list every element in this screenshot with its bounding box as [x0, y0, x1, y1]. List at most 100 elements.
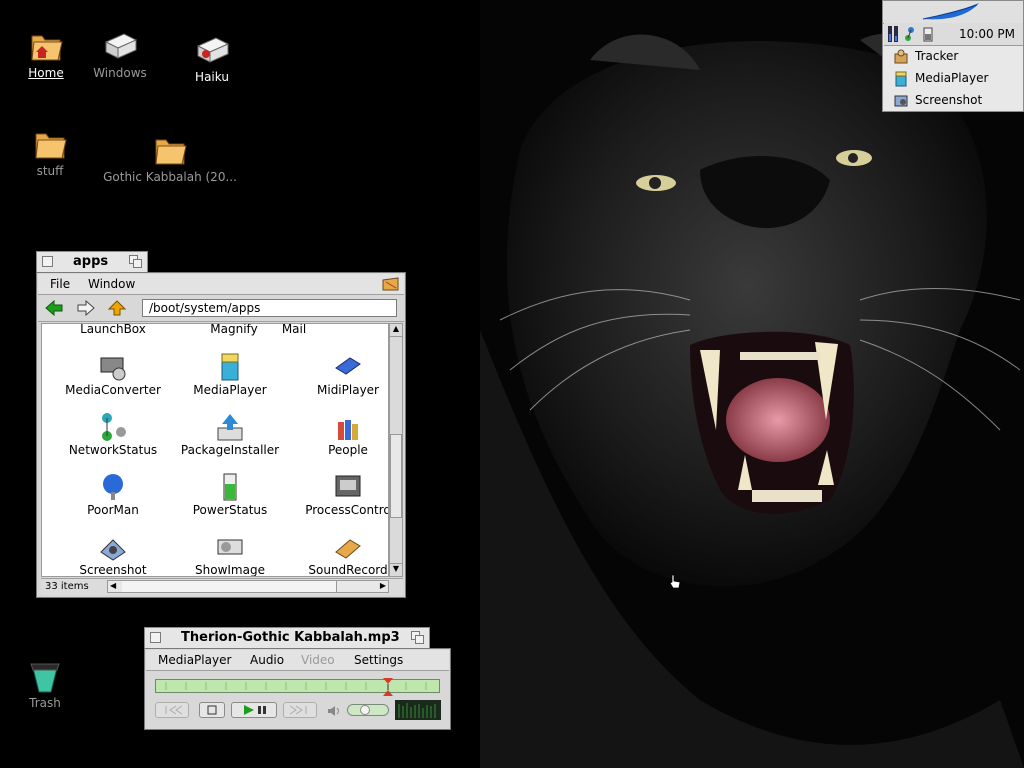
- apps-menubar: File Window: [38, 274, 404, 295]
- powerstatus-icon: [223, 473, 237, 501]
- network-status-icon[interactable]: [904, 26, 918, 42]
- skip-back-icon: [165, 705, 183, 715]
- screenshot-icon: [100, 539, 126, 561]
- file-item-mail[interactable]: Mail: [236, 324, 352, 336]
- file-item-mediaplayer[interactable]: MediaPlayer: [172, 352, 288, 397]
- file-item-label: MediaConverter: [65, 383, 161, 397]
- vertical-scrollbar[interactable]: ▲ ▼: [389, 323, 403, 577]
- boot-volume-icon: [196, 37, 230, 63]
- mediaplayer-menubar: MediaPlayer Audio Video Settings: [146, 650, 449, 671]
- scroll-left-arrow[interactable]: ◀: [110, 581, 116, 590]
- deskbar-leaf-menu[interactable]: [883, 1, 1023, 24]
- haiku-leaf-icon: [922, 3, 979, 20]
- seek-slider[interactable]: [155, 678, 440, 696]
- people-icon: [338, 420, 358, 440]
- skip-back-button[interactable]: [155, 702, 189, 718]
- file-item-showimage[interactable]: ShowImage: [172, 532, 288, 576]
- deskbar-clock[interactable]: 10:00 PM: [959, 27, 1015, 41]
- scroll-right-arrow[interactable]: ▶: [380, 581, 386, 590]
- scroll-thumb[interactable]: [122, 581, 337, 592]
- cpu-monitor-icon[interactable]: [888, 26, 900, 42]
- home-folder-icon: [31, 35, 63, 61]
- menu-file[interactable]: File: [50, 277, 70, 291]
- menu-video: Video: [301, 653, 335, 667]
- desktop-icon-label: Home: [28, 66, 64, 80]
- skip-forward-icon: [289, 705, 307, 715]
- desktop-icon-windows[interactable]: Windows: [90, 28, 150, 80]
- battery-icon[interactable]: [922, 26, 934, 42]
- file-item-label: SoundRecord: [308, 563, 388, 577]
- seek-position-marker[interactable]: [382, 678, 394, 696]
- file-item-label: MediaPlayer: [193, 383, 267, 397]
- trash-icon: [30, 663, 60, 693]
- file-item-mediaconverter[interactable]: MediaConverter: [55, 352, 171, 397]
- file-item-label: NetworkStatus: [68, 443, 158, 457]
- scroll-up-arrow[interactable]: ▲: [390, 324, 402, 337]
- mediaplayer-window-tab[interactable]: Therion-Gothic Kabbalah.mp3: [144, 627, 430, 649]
- file-item-processcontroller[interactable]: ProcessContro: [290, 472, 389, 517]
- menu-window[interactable]: Window: [88, 277, 135, 291]
- mouse-cursor-icon: [669, 574, 681, 589]
- horizontal-scrollbar[interactable]: ◀ ▶: [107, 580, 389, 593]
- deskbar-app-tracker[interactable]: Tracker: [885, 46, 1021, 67]
- apps-window-tab[interactable]: apps: [36, 251, 148, 273]
- scroll-thumb[interactable]: [390, 434, 402, 518]
- zoom-button[interactable]: [411, 631, 424, 644]
- skip-forward-button[interactable]: [283, 702, 317, 718]
- file-item-label: PoorMan: [87, 503, 139, 517]
- path-field[interactable]: /boot/system/apps: [142, 299, 397, 317]
- window-title: Therion-Gothic Kabbalah.mp3: [181, 630, 400, 645]
- file-item-networkstatus[interactable]: NetworkStatus: [55, 412, 171, 457]
- file-item-soundrecorder[interactable]: SoundRecord: [290, 532, 388, 577]
- desktop-icon-gothic-kabbalah[interactable]: Gothic Kabbalah (20...: [98, 132, 242, 184]
- menu-audio[interactable]: Audio: [250, 653, 284, 667]
- status-bar: 33 items ◀ ▶: [41, 578, 403, 595]
- file-item-powerstatus[interactable]: PowerStatus: [172, 472, 288, 517]
- menu-settings[interactable]: Settings: [354, 653, 403, 667]
- stop-button[interactable]: [199, 702, 225, 718]
- forward-arrow-icon[interactable]: [76, 300, 96, 316]
- desktop-icon-label: Gothic Kabbalah (20...: [103, 170, 237, 184]
- file-item-launchbox[interactable]: LaunchBox: [55, 324, 171, 336]
- mediaplayer-icon: [895, 71, 907, 87]
- volume-knob[interactable]: [360, 705, 370, 715]
- file-item-packageinstaller[interactable]: PackageInstaller: [172, 412, 288, 457]
- tracker-icon[interactable]: [382, 276, 400, 292]
- window-title: apps: [73, 254, 109, 269]
- play-pause-button[interactable]: [231, 702, 277, 718]
- zoom-button[interactable]: [129, 255, 142, 268]
- disk-volume-icon: [104, 33, 138, 59]
- navigation-bar: /boot/system/apps: [38, 295, 404, 322]
- deskbar-tray: 10:00 PM: [884, 23, 1023, 46]
- file-item-midiplayer[interactable]: MidiPlayer: [290, 352, 388, 397]
- soundrecorder-icon: [335, 539, 361, 559]
- close-button[interactable]: [42, 256, 53, 267]
- deskbar-app-label: Tracker: [915, 49, 959, 63]
- file-item-label: ProcessContro: [305, 503, 389, 517]
- file-item-poorman[interactable]: PoorMan: [55, 472, 171, 517]
- volume-slider[interactable]: [347, 704, 389, 716]
- speaker-icon[interactable]: [326, 704, 342, 718]
- file-item-label: Screenshot: [79, 563, 147, 577]
- menu-mediaplayer[interactable]: MediaPlayer: [158, 653, 231, 667]
- back-arrow-icon[interactable]: [44, 300, 64, 316]
- file-item-people[interactable]: People: [290, 412, 388, 457]
- file-item-label: PowerStatus: [192, 503, 268, 517]
- close-button[interactable]: [150, 632, 161, 643]
- showimage-icon: [217, 539, 243, 555]
- up-arrow-icon[interactable]: [108, 300, 126, 316]
- desktop-icon-haiku[interactable]: Haiku: [184, 32, 240, 84]
- desktop-icon-trash[interactable]: Trash: [20, 660, 70, 710]
- deskbar-app-mediaplayer[interactable]: MediaPlayer: [885, 68, 1021, 89]
- networkstatus-icon: [102, 413, 126, 441]
- stop-icon: [207, 705, 217, 715]
- desktop-icon-home[interactable]: Home: [20, 28, 72, 80]
- file-item-label: People: [328, 443, 368, 457]
- file-item-label: MidiPlayer: [317, 383, 379, 397]
- poorman-icon: [103, 474, 123, 500]
- file-item-screenshot[interactable]: Screenshot: [55, 532, 171, 577]
- deskbar-app-screenshot[interactable]: Screenshot: [885, 90, 1021, 111]
- desktop-icon-stuff[interactable]: stuff: [26, 126, 74, 178]
- scroll-down-arrow[interactable]: ▼: [390, 563, 402, 576]
- seek-track-ticks: [165, 682, 427, 690]
